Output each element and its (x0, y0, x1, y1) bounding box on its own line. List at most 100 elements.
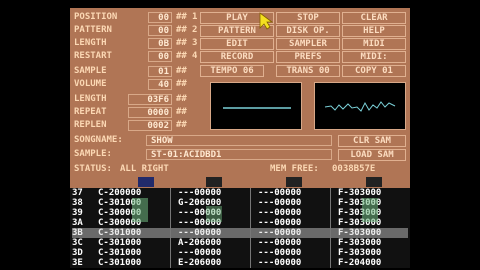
param-stepper-arrows[interactable]: ## (176, 12, 187, 23)
param-label: REPEAT (74, 107, 107, 117)
param-label: SAMPLE (74, 66, 107, 76)
track-4-cell[interactable]: F-303000 (338, 198, 418, 208)
track-4-cell[interactable]: F-303000 (338, 208, 418, 218)
track-divider (170, 188, 171, 268)
sample-name-label: SAMPLE: (74, 149, 112, 159)
clear-button[interactable]: CLEAR (342, 12, 406, 24)
disk-op-button[interactable]: DISK OP. (276, 25, 340, 37)
row-number: 3C (72, 238, 83, 248)
param-label: VOLUME (74, 79, 107, 89)
track-1-cell[interactable]: C-301000 (94, 248, 178, 258)
current-pattern-row[interactable]: 3B C-301000 ---00000 ---00000 F-303000 (72, 228, 408, 238)
track-1-cell[interactable]: C-301000 (94, 228, 178, 238)
songname-field[interactable]: SHOW (146, 135, 332, 146)
track-3-cell[interactable]: ---00000 (258, 218, 338, 228)
pattern-editor[interactable]: 37 C-200000 ---00000 ---00000 F-303000 38 C-30… (70, 188, 410, 268)
track-2-cell[interactable]: A-206000 (178, 238, 258, 248)
param-stepper-arrows[interactable]: ## (176, 51, 187, 62)
channel-3-indicator[interactable] (286, 177, 302, 187)
param-stepper-arrows[interactable]: ## (176, 107, 187, 118)
mouse-pointer-icon (259, 12, 274, 30)
param-stepper-arrows[interactable]: ## (176, 120, 187, 131)
param-value[interactable]: 40 (148, 79, 172, 90)
param-label: LENGTH (74, 94, 107, 104)
copy-label: COPY (355, 66, 377, 76)
trans-value: 00 (318, 66, 330, 76)
waveform-flat-icon (223, 107, 291, 109)
load-sam-button[interactable]: LOAD SAM (338, 149, 406, 161)
pattern-row[interactable]: 37 C-200000 ---00000 ---00000 F-303000 (72, 188, 408, 198)
track-1-cell[interactable]: C-200000 (94, 188, 178, 198)
param-stepper-arrows[interactable]: ## (176, 25, 187, 36)
pattern-row[interactable]: 3D C-301000 ---00000 ---00000 F-303000 (72, 248, 408, 258)
param-label: REPLEN (74, 120, 107, 130)
param-label: POSITION (74, 12, 118, 22)
track-4-cell[interactable]: F-303000 (338, 188, 418, 198)
sampler-button[interactable]: SAMPLER (276, 38, 340, 50)
param-value[interactable]: 03F6 (128, 94, 172, 105)
param-stepper-arrows[interactable]: ## (176, 79, 187, 90)
param-value[interactable]: 00 (148, 51, 172, 62)
pattern-row[interactable]: 39 C-300000 ---00000 ---00000 F-303000 (72, 208, 408, 218)
track-4-cell[interactable]: F-303000 (338, 248, 418, 258)
pattern-row[interactable]: 38 C-301000 G-206000 ---00000 F-303000 (72, 198, 408, 208)
param-stepper-arrows[interactable]: ## (176, 94, 187, 105)
track-4-cell[interactable]: F-204000 (338, 258, 418, 268)
row-number: 3D (72, 248, 83, 258)
track-3-cell[interactable]: ---00000 (258, 258, 338, 268)
param-value[interactable]: 00 (148, 12, 172, 23)
copy-control[interactable]: COPY 01 (342, 65, 406, 77)
copy-value: 01 (382, 66, 393, 76)
param-value[interactable]: 00 (148, 25, 172, 36)
pattern-row[interactable]: 3E C-301000 E-206000 ---00000 F-204000 (72, 258, 408, 268)
param-value[interactable]: 0000 (128, 107, 172, 118)
pattern-row[interactable]: 3A C-300000 ---00000 ---00000 F-303000 (72, 218, 408, 228)
tempo-label: TEMPO (210, 66, 238, 76)
track-4-cell[interactable]: F-303000 (338, 218, 418, 228)
param-value[interactable]: 0002 (128, 120, 172, 131)
status-label: STATUS: (74, 164, 112, 174)
channel-4-indicator[interactable] (366, 177, 382, 187)
track-2-cell[interactable]: ---00000 (178, 228, 258, 238)
track-2-cell[interactable]: ---00000 (178, 248, 258, 258)
track-3-cell[interactable]: ---00000 (258, 248, 338, 258)
track-number: 4 (192, 51, 198, 61)
track-2-cell[interactable]: E-206000 (178, 258, 258, 268)
row-number: 3B (72, 228, 83, 238)
param-stepper-arrows[interactable]: ## (176, 66, 187, 77)
tempo-control[interactable]: TEMPO 06 (200, 65, 264, 77)
track-3-cell[interactable]: ---00000 (258, 188, 338, 198)
track-divider (330, 188, 331, 268)
track-3-cell[interactable]: ---00000 (258, 208, 338, 218)
vu-meter-4 (362, 198, 378, 222)
track-3-cell[interactable]: ---00000 (258, 198, 338, 208)
param-stepper-arrows[interactable]: ## (176, 38, 187, 49)
track-3-cell[interactable]: ---00000 (258, 228, 338, 238)
stop-button[interactable]: STOP (276, 12, 340, 24)
track-4-cell[interactable]: F-303000 (338, 238, 418, 248)
param-label: PATTERN (74, 25, 112, 35)
track-3-cell[interactable]: ---00000 (258, 238, 338, 248)
midi-button[interactable]: MIDI (342, 38, 406, 50)
channel-1-indicator[interactable] (138, 177, 154, 187)
edit-button[interactable]: EDIT (200, 38, 274, 50)
midi-button[interactable]: MIDI: (342, 51, 406, 63)
param-value[interactable]: 0B (148, 38, 172, 49)
songname-label: SONGNAME: (74, 135, 123, 145)
track-2-cell[interactable]: ---00000 (178, 188, 258, 198)
track-1-cell[interactable]: C-301000 (94, 258, 178, 268)
row-number: 39 (72, 208, 83, 218)
track-number: 1 (192, 12, 198, 22)
track-number: 2 (192, 25, 198, 35)
help-button[interactable]: HELP (342, 25, 406, 37)
track-4-cell[interactable]: F-303000 (338, 228, 418, 238)
track-1-cell[interactable]: C-301000 (94, 238, 178, 248)
param-value[interactable]: 01 (148, 66, 172, 77)
clr-sam-button[interactable]: CLR SAM (338, 135, 406, 147)
prefs-button[interactable]: PREFS (276, 51, 340, 63)
channel-2-indicator[interactable] (206, 177, 222, 187)
record-button[interactable]: RECORD (200, 51, 274, 63)
pattern-row[interactable]: 3C C-301000 A-206000 ---00000 F-303000 (72, 238, 408, 248)
sample-name-field[interactable]: ST-01:ACIDBD1 (146, 149, 332, 160)
trans-control[interactable]: TRANS 00 (276, 65, 340, 77)
